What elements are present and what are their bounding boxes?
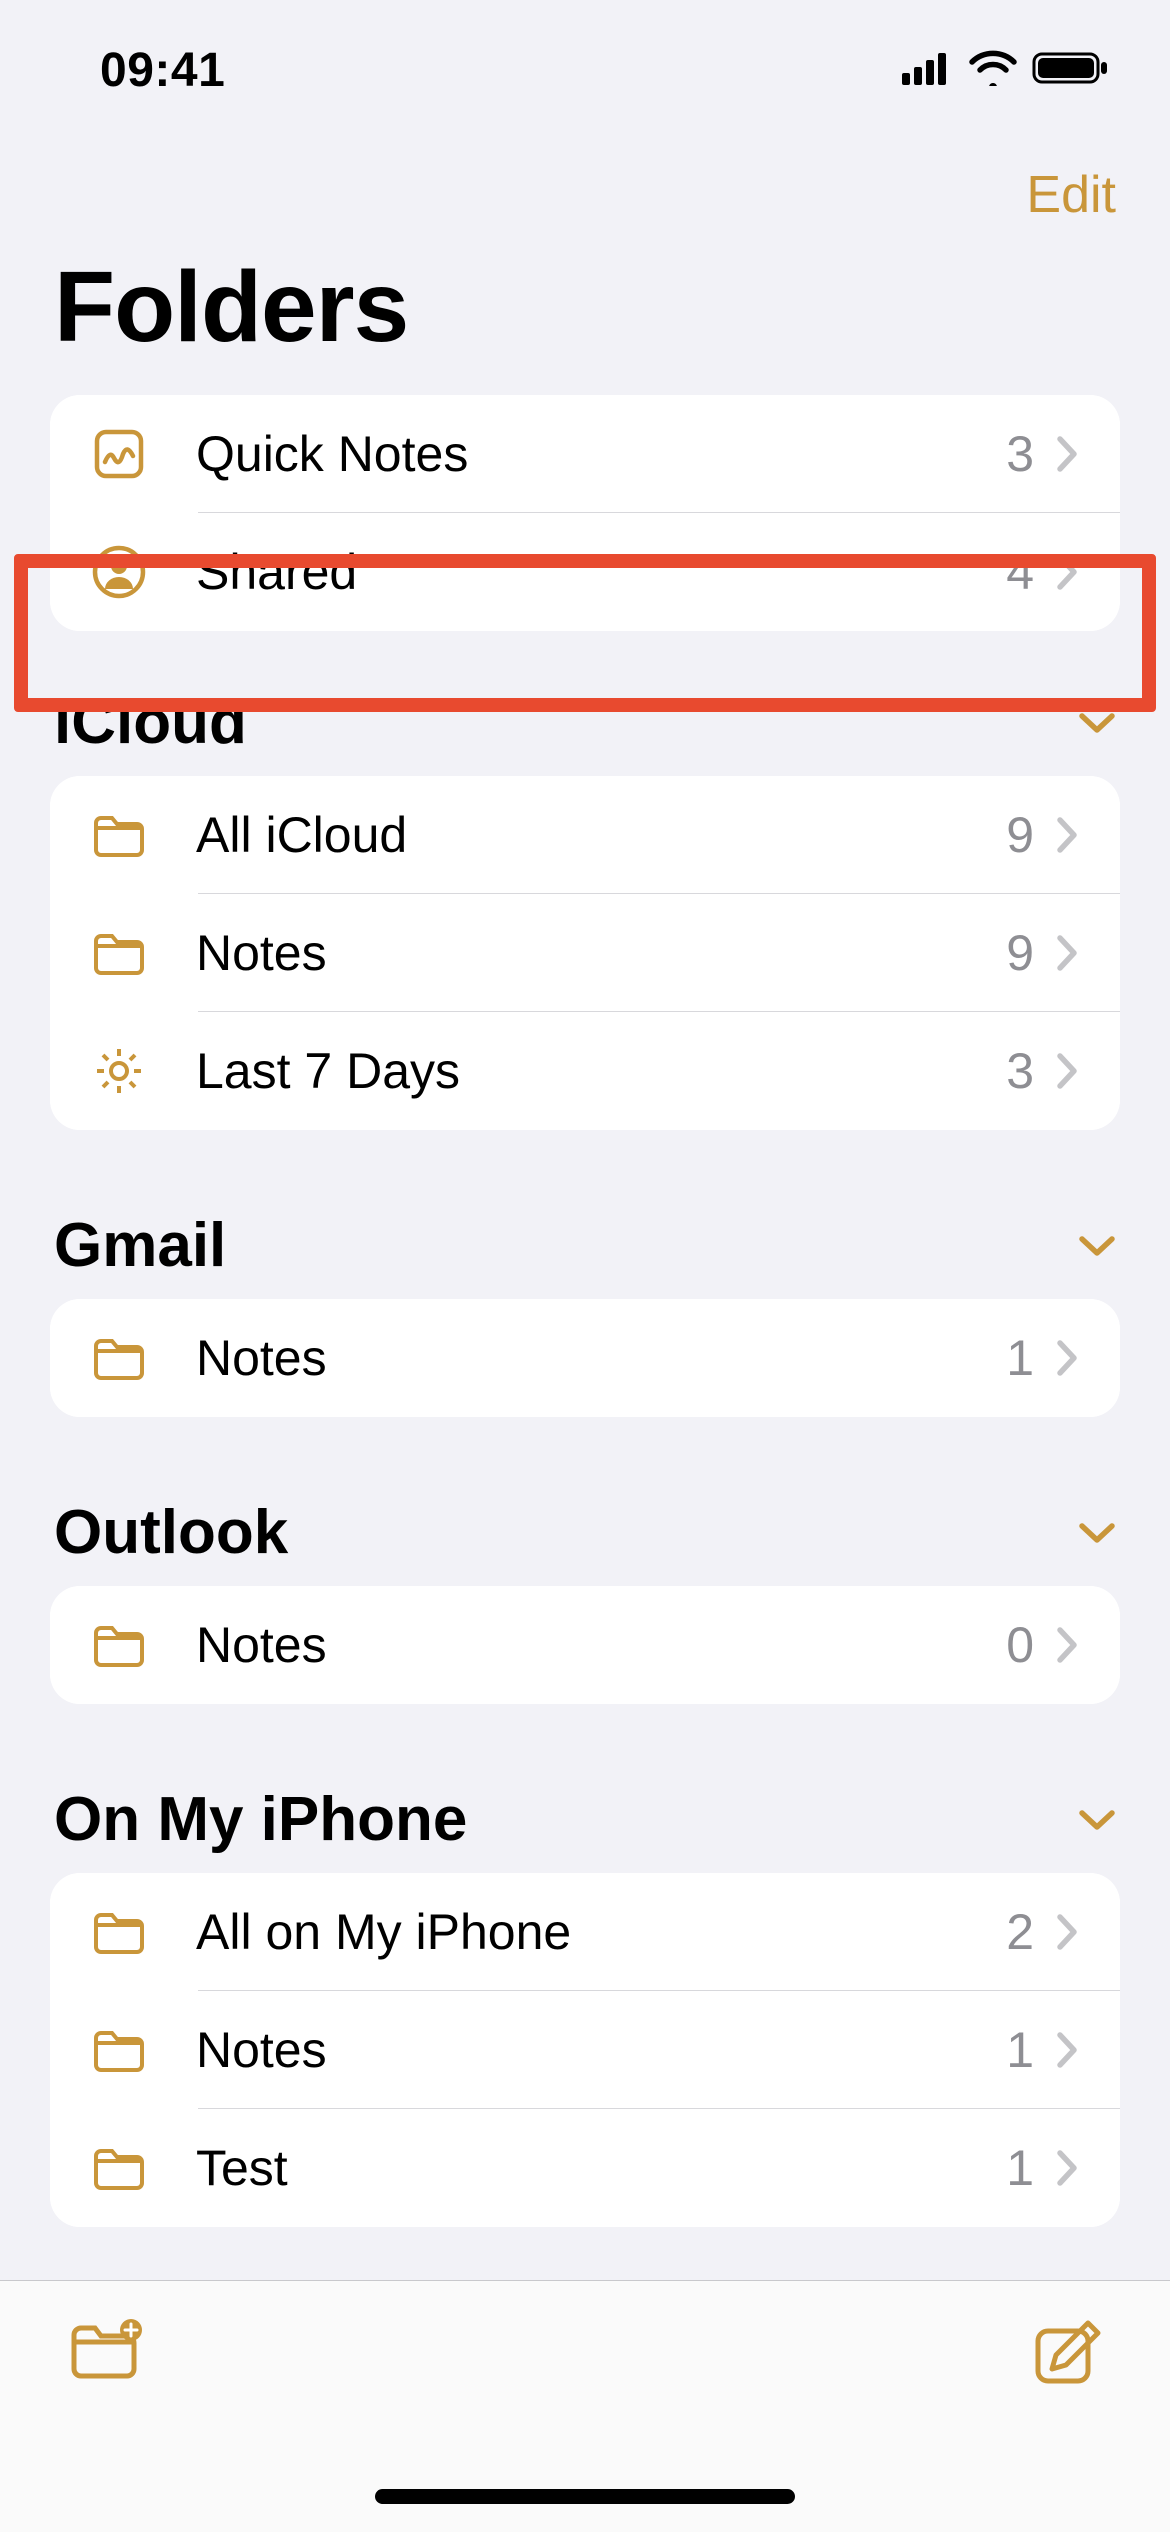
section-header-gmail[interactable]: Gmail (0, 1170, 1170, 1299)
folder-row-all-icloud[interactable]: All iCloud 9 (50, 776, 1120, 894)
folder-count: 9 (1006, 806, 1034, 864)
folder-label: Notes (196, 1616, 1006, 1674)
section-title: Gmail (54, 1210, 226, 1281)
chevron-down-icon (1078, 711, 1116, 735)
folder-row-all-on-my-iphone[interactable]: All on My iPhone 2 (50, 1873, 1120, 1991)
folder-row-outlook-notes[interactable]: Notes 0 (50, 1586, 1120, 1704)
folder-count: 9 (1006, 924, 1034, 982)
chevron-right-icon (1056, 1626, 1080, 1664)
chevron-right-icon (1056, 2031, 1080, 2069)
nav-bar: Edit (0, 140, 1170, 250)
quicknotes-icon (90, 425, 148, 483)
folder-label: All on My iPhone (196, 1903, 1006, 1961)
chevron-down-icon (1078, 1521, 1116, 1545)
section-title: iCloud (54, 687, 247, 758)
folder-label: Quick Notes (196, 425, 1006, 483)
chevron-right-icon (1056, 1339, 1080, 1377)
chevron-right-icon (1056, 1913, 1080, 1951)
chevron-down-icon (1078, 1234, 1116, 1258)
folder-count: 4 (1006, 543, 1034, 601)
outlook-folder-group: Notes 0 (50, 1586, 1120, 1704)
folder-row-test[interactable]: Test 1 (50, 2109, 1120, 2227)
folder-count: 1 (1006, 2021, 1034, 2079)
status-time: 09:41 (100, 43, 225, 98)
folder-row-icloud-notes[interactable]: Notes 9 (50, 894, 1120, 1012)
compose-button[interactable] (1032, 2319, 1102, 2394)
folder-count: 2 (1006, 1903, 1034, 1961)
folder-label: Test (196, 2139, 1006, 2197)
status-indicators (902, 50, 1110, 91)
folder-icon (90, 1616, 148, 1674)
battery-icon (1032, 50, 1110, 91)
chevron-right-icon (1056, 553, 1080, 591)
section-header-on-my-iphone[interactable]: On My iPhone (0, 1744, 1170, 1873)
folder-icon (90, 2139, 148, 2197)
chevron-down-icon (1078, 1808, 1116, 1832)
chevron-right-icon (1056, 816, 1080, 854)
top-folder-group: Quick Notes 3 Shared 4 (50, 395, 1120, 631)
cellular-icon (902, 51, 954, 90)
section-header-icloud[interactable]: iCloud (0, 631, 1170, 776)
folder-label: All iCloud (196, 806, 1006, 864)
folder-icon (90, 2021, 148, 2079)
folder-icon (90, 1329, 148, 1387)
folder-label: Notes (196, 2021, 1006, 2079)
folder-count: 3 (1006, 425, 1034, 483)
on-my-iphone-folder-group: All on My iPhone 2 Notes 1 Test 1 (50, 1873, 1120, 2227)
section-title: Outlook (54, 1497, 288, 1568)
icloud-folder-group: All iCloud 9 Notes 9 Last 7 Days 3 (50, 776, 1120, 1130)
page-title: Folders (0, 250, 1170, 395)
section-header-outlook[interactable]: Outlook (0, 1457, 1170, 1586)
folder-row-iphone-notes[interactable]: Notes 1 (50, 1991, 1120, 2109)
status-bar: 09:41 (0, 0, 1170, 140)
folder-label: Last 7 Days (196, 1042, 1006, 1100)
folder-row-gmail-notes[interactable]: Notes 1 (50, 1299, 1120, 1417)
folder-count: 1 (1006, 1329, 1034, 1387)
new-folder-button[interactable] (68, 2319, 146, 2386)
chevron-right-icon (1056, 2149, 1080, 2187)
gmail-folder-group: Notes 1 (50, 1299, 1120, 1417)
folder-row-last-7-days[interactable]: Last 7 Days 3 (50, 1012, 1120, 1130)
wifi-icon (968, 50, 1018, 91)
person-icon (90, 543, 148, 601)
chevron-right-icon (1056, 435, 1080, 473)
chevron-right-icon (1056, 1052, 1080, 1090)
folder-icon (90, 924, 148, 982)
folder-label: Notes (196, 1329, 1006, 1387)
folder-count: 0 (1006, 1616, 1034, 1674)
folder-count: 1 (1006, 2139, 1034, 2197)
folder-label: Shared (196, 543, 1006, 601)
section-title: On My iPhone (54, 1784, 467, 1855)
folder-label: Notes (196, 924, 1006, 982)
folder-icon (90, 1903, 148, 1961)
gear-icon (90, 1042, 148, 1100)
folder-icon (90, 806, 148, 864)
folder-row-quick-notes[interactable]: Quick Notes 3 (50, 395, 1120, 513)
folder-row-shared[interactable]: Shared 4 (50, 513, 1120, 631)
chevron-right-icon (1056, 934, 1080, 972)
folder-count: 3 (1006, 1042, 1034, 1100)
home-indicator[interactable] (375, 2489, 795, 2504)
edit-button[interactable]: Edit (1026, 165, 1116, 225)
